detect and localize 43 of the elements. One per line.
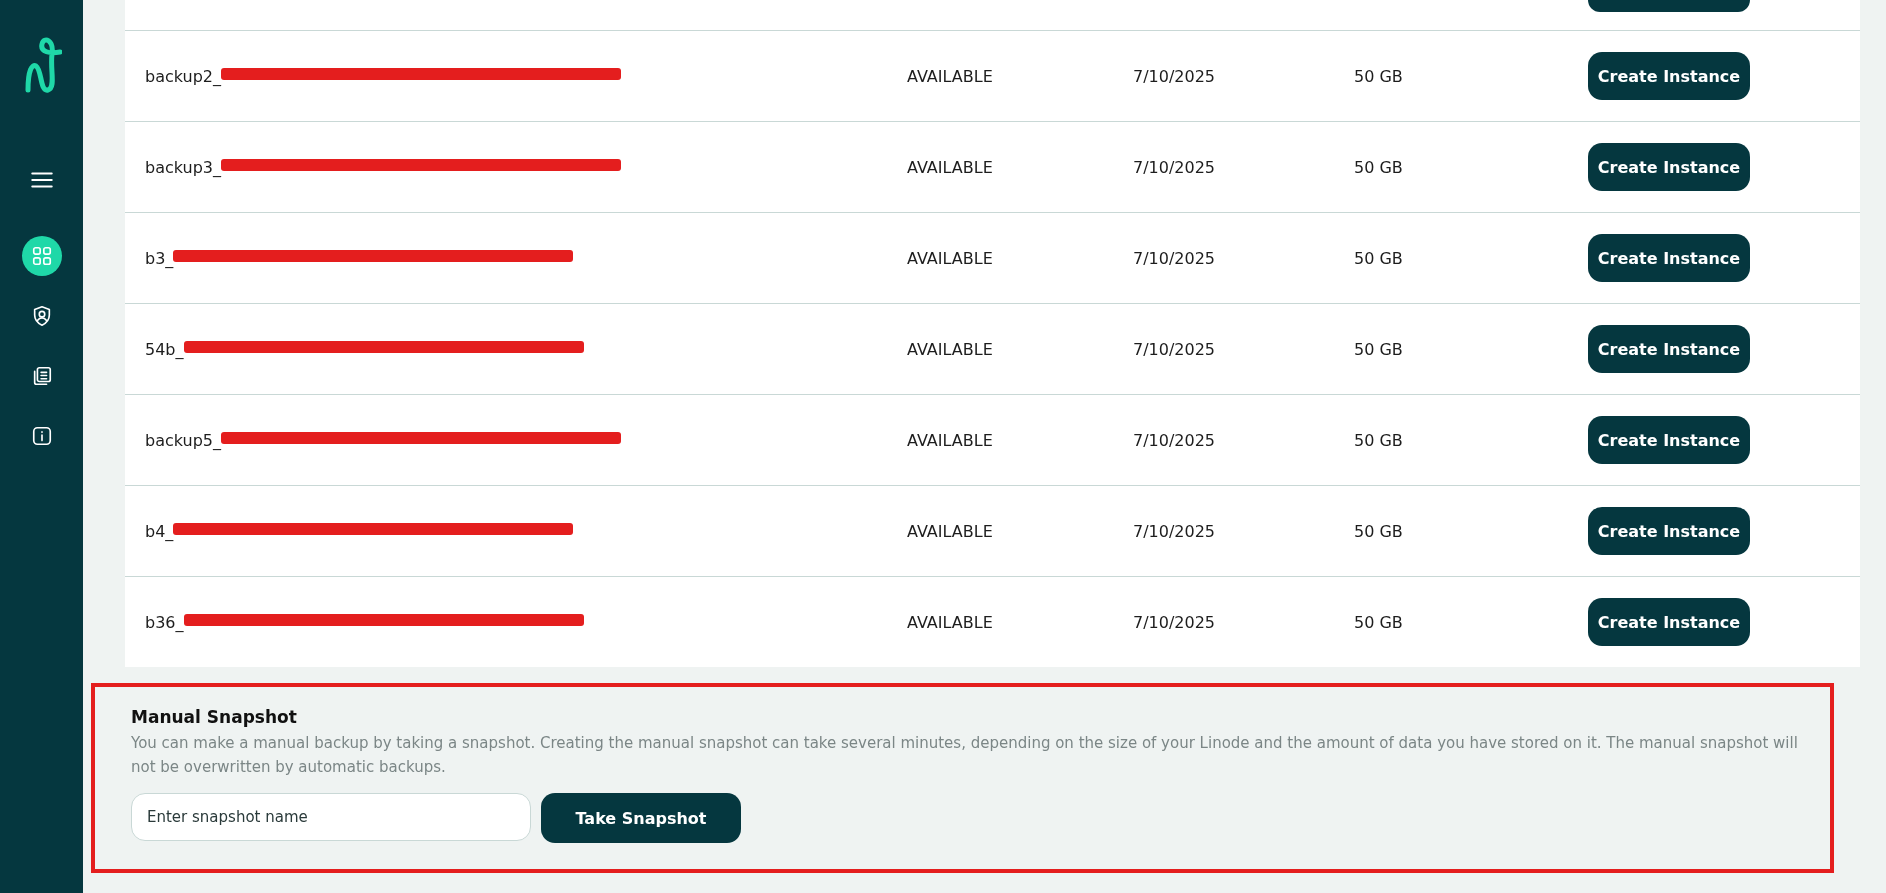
nav-button[interactable]	[21, 236, 62, 276]
info-icon	[30, 425, 53, 447]
date-text: 7/10/2025	[1133, 612, 1217, 632]
backup-name: backup3_	[145, 157, 221, 177]
backup-name: backup2_	[145, 66, 221, 86]
date-text: 7/10/2025	[1133, 157, 1217, 177]
backup-name: 54b_	[145, 339, 184, 359]
backup-name: b4_	[145, 521, 174, 541]
status-text: AVAILABLE	[907, 612, 994, 632]
create-instance-button[interactable]: Create Instance	[1588, 416, 1750, 464]
button-edge[interactable]	[1588, 0, 1750, 12]
grid-icon	[30, 245, 53, 267]
create-instance-button[interactable]: Create Instance	[1588, 325, 1750, 373]
size-text: 50 GB	[1354, 612, 1404, 632]
date-text: 7/10/2025	[1133, 339, 1217, 359]
section-title: Manual Snapshot	[131, 707, 298, 727]
snapshot-name-field[interactable]: Enter snapshot name	[131, 793, 531, 841]
create-instance-button[interactable]: Create Instance	[1588, 507, 1750, 555]
create-instance-button[interactable]: Create Instance	[1588, 143, 1750, 191]
size-text: 50 GB	[1354, 339, 1404, 359]
date-text: 7/10/2025	[1133, 66, 1217, 86]
size-text: 50 GB	[1354, 430, 1404, 450]
status-text: AVAILABLE	[907, 430, 994, 450]
date-text: 7/10/2025	[1133, 430, 1217, 450]
date-text: 7/10/2025	[1133, 248, 1217, 268]
backup-name: b36_	[145, 612, 184, 632]
size-text: 50 GB	[1354, 521, 1404, 541]
size-text: 50 GB	[1354, 66, 1404, 86]
create-instance-button[interactable]: Create Instance	[1588, 234, 1750, 282]
section-description: You can make a manual backup by taking a snapshot. Creating the manual snapshot can take several minutes, depending on the size of your Linode and the amount of data you have stored on it. The manual snapshot will not be overwritten by automatic backups.	[131, 733, 1799, 778]
backup-name: backup5_	[145, 430, 221, 450]
create-instance-button[interactable]: Create Instance	[1588, 598, 1750, 646]
backup-name: b3_	[145, 248, 174, 268]
status-text: AVAILABLE	[907, 157, 994, 177]
status-text: AVAILABLE	[907, 339, 994, 359]
status-text: AVAILABLE	[907, 521, 994, 541]
size-text: 50 GB	[1354, 248, 1404, 268]
status-text: AVAILABLE	[907, 248, 994, 268]
status-text: AVAILABLE	[907, 66, 994, 86]
create-instance-button[interactable]: Create Instance	[1588, 52, 1750, 100]
size-text: 50 GB	[1354, 157, 1404, 177]
take-snapshot-button[interactable]: Take Snapshot	[541, 793, 741, 843]
date-text: 7/10/2025	[1133, 521, 1217, 541]
